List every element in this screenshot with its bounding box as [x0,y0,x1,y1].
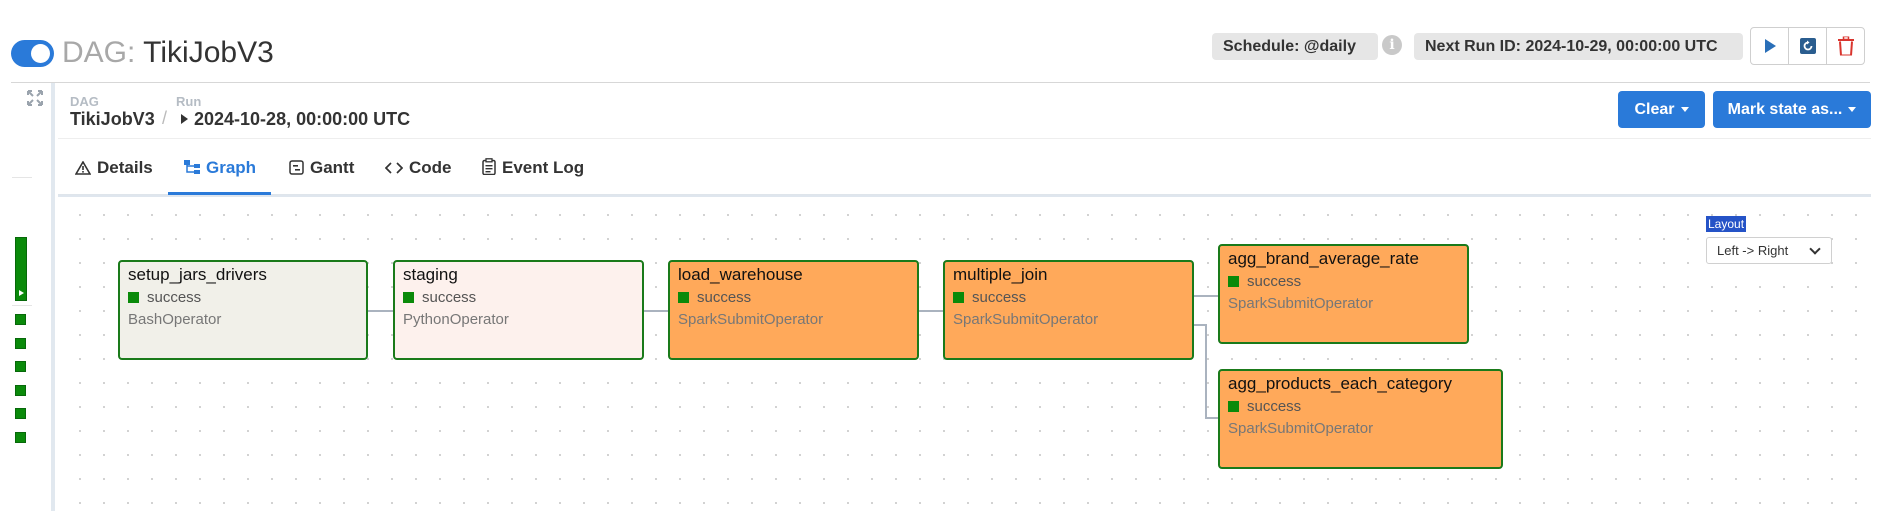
grid-divider [12,177,32,178]
edge-join-to-category [1192,324,1220,419]
chevron-down-icon [1809,243,1821,255]
dag-title-name: TikiJobV3 [143,36,274,69]
dag-pause-toggle[interactable] [11,40,54,67]
task-name: load_warehouse [678,265,803,284]
run-caret-icon [181,114,188,124]
layout-control: Layout Left -> Right [1706,216,1832,266]
expand-arrows-icon [27,90,43,106]
task-operator: BashOperator [128,311,222,328]
tab-details-label: Details [97,158,153,177]
tab-details[interactable]: Details [74,158,153,192]
success-status-icon [678,292,689,303]
task-state: success [1228,272,1459,292]
task-node-staging[interactable]: staging success PythonOperator [393,260,644,360]
tab-gantt[interactable]: Gantt [289,158,354,192]
task-state-label: success [697,289,752,306]
breadcrumb-dag-label: DAG [70,94,99,109]
task-node-load-warehouse[interactable]: load_warehouse success SparkSubmitOperat… [668,260,919,360]
clipboard-icon [482,158,496,176]
task-name: agg_products_each_category [1228,374,1452,393]
task-name: staging [403,265,458,284]
schedule-badge: Schedule: @daily [1212,33,1378,60]
graph-icon [184,160,200,174]
task-state: success [403,288,634,308]
success-status-icon [953,292,964,303]
task-state-label: success [972,289,1027,306]
breadcrumb-run-label: Run [176,94,202,109]
breadcrumb-run-link[interactable]: 2024-10-28, 00:00:00 UTC [194,109,410,130]
gantt-icon [289,160,304,175]
success-status-icon [128,292,139,303]
tab-graph[interactable]: Graph [184,158,256,192]
dag-run-bar[interactable] [15,237,27,301]
task-operator: SparkSubmitOperator [1228,420,1374,437]
selected-run-icon [19,290,24,296]
tab-code-label: Code [409,158,452,177]
toggle-knob [31,44,50,63]
trash-icon [1837,36,1854,56]
refresh-dag-button[interactable] [1788,27,1827,65]
success-status-icon [1228,401,1239,412]
caret-down-icon [1848,107,1857,113]
caret-down-icon [1680,107,1689,113]
grid-divider [12,305,32,306]
mark-state-button[interactable]: Mark state as... [1713,91,1871,128]
task-name: multiple_join [953,265,1048,284]
task-state: success [953,288,1184,308]
breadcrumb-separator: / [162,108,168,128]
left-rail-border [51,83,55,511]
info-icon[interactable]: i [1382,35,1402,55]
task-state-label: success [1247,398,1302,415]
layout-label: Layout [1706,216,1747,232]
dag-title-prefix: DAG: [62,36,136,69]
task-node-multiple-join[interactable]: multiple_join success SparkSubmitOperato… [943,260,1194,360]
refresh-icon [1799,38,1816,54]
code-icon [384,162,404,174]
header-divider [11,82,1870,83]
breadcrumb-dag-link[interactable]: TikiJobV3 [70,109,155,130]
task-name: setup_jars_drivers [128,265,267,284]
success-status-icon [403,292,414,303]
layout-select[interactable]: Left -> Right [1706,237,1832,264]
tab-gantt-label: Gantt [310,158,355,177]
task-name: agg_brand_average_rate [1228,249,1419,268]
tab-graph-label: Graph [206,158,257,177]
task-operator: PythonOperator [403,311,509,328]
task-node-agg-brand-average-rate[interactable]: agg_brand_average_rate success SparkSubm… [1218,244,1469,344]
task-instance-square[interactable] [15,408,26,419]
task-instance-square[interactable] [15,432,26,443]
task-state: success [128,288,358,308]
next-run-badge: Next Run ID: 2024-10-29, 00:00:00 UTC [1414,33,1743,60]
graph-canvas[interactable]: setup_jars_drivers success BashOperator … [58,195,1871,511]
expand-icon[interactable] [26,89,46,109]
task-operator: SparkSubmitOperator [1228,295,1374,312]
delete-dag-button[interactable] [1826,27,1865,65]
task-state-label: success [147,289,202,306]
task-instance-square[interactable] [15,314,26,325]
layout-select-value: Left -> Right [1717,243,1789,258]
play-icon [1764,39,1776,53]
task-instance-square[interactable] [15,361,26,372]
task-operator: SparkSubmitOperator [678,311,824,328]
task-state: success [1228,397,1493,417]
task-operator: SparkSubmitOperator [953,311,1099,328]
warning-icon [74,160,92,175]
section-divider [58,138,1871,139]
mark-state-button-label: Mark state as... [1727,101,1843,118]
task-state: success [678,288,909,308]
tab-event-log-label: Event Log [502,158,585,177]
clear-button[interactable]: Clear [1618,91,1705,128]
tab-code[interactable]: Code [384,158,452,192]
task-node-setup-jars-drivers[interactable]: setup_jars_drivers success BashOperator [118,260,368,360]
task-instance-square[interactable] [15,338,26,349]
task-node-agg-products-each-category[interactable]: agg_products_each_category success Spark… [1218,369,1503,469]
clear-button-label: Clear [1634,101,1675,118]
page-title: DAG: TikiJobV3 [62,36,274,70]
task-instance-square[interactable] [15,385,26,396]
success-status-icon [1228,276,1239,287]
task-state-label: success [1247,273,1302,290]
trigger-dag-button[interactable] [1750,27,1789,65]
tab-event-log[interactable]: Event Log [482,158,584,192]
task-state-label: success [422,289,477,306]
